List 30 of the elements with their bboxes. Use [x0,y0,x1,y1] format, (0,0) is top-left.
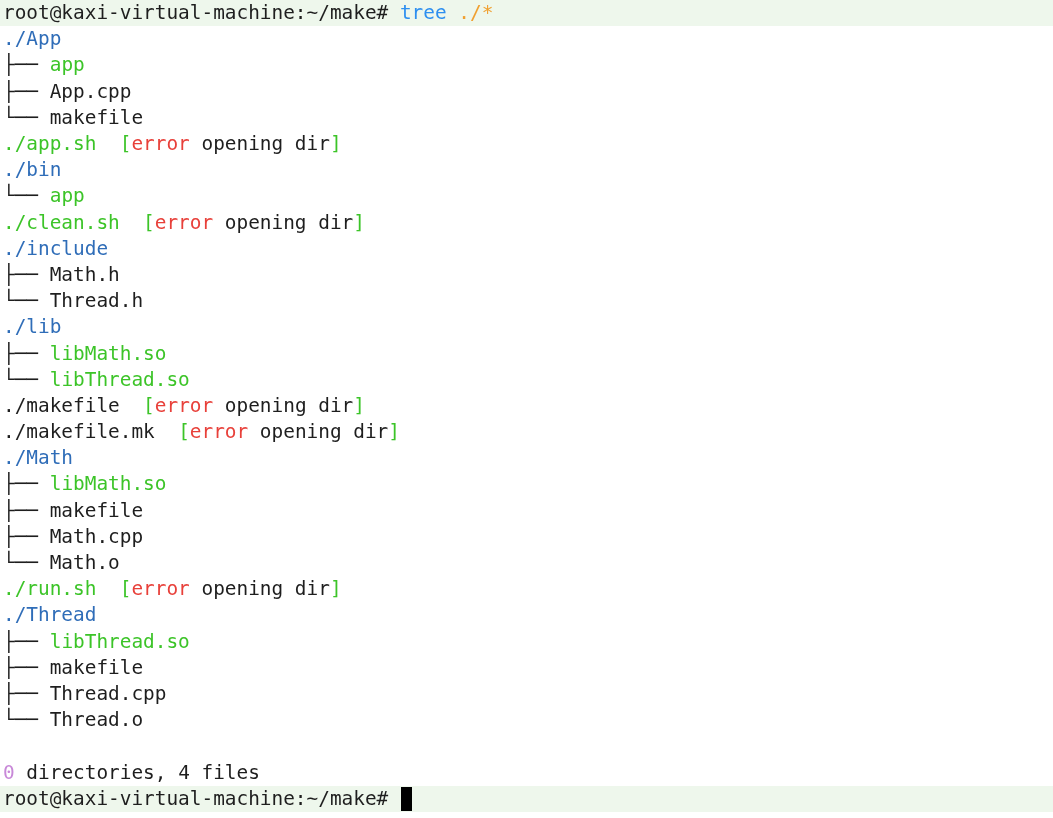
shell-prompt: root@kaxi-virtual-machine:~/make# [3,785,390,812]
output-line: ├── libMath.so [3,471,167,498]
output-line: ./run.sh [error opening dir] [3,576,342,603]
output-line: ./app.sh [error opening dir] [3,131,342,158]
output-line: └── Math.o [3,550,120,577]
output-line: └── Thread.h [3,288,144,315]
output-line: ├── Thread.cpp [3,680,167,707]
output-line: ./lib [3,314,62,341]
output-line: ├── App.cpp [3,78,132,105]
output-line: └── Thread.o [3,707,144,734]
output-line: ├── Math.h [3,261,120,288]
output-line: ./include [3,235,109,262]
output-line: ./Math [3,445,74,472]
output-line: ./App [3,26,62,53]
output-line: ./makefile [error opening dir] [3,392,365,419]
output-line: ├── makefile [3,497,144,524]
summary-line: 0 directories, 4 files [3,759,260,786]
output-line: └── app [3,183,85,210]
output-line: ./bin [3,157,62,183]
output-line: ├── app [3,52,85,79]
output-line: ├── makefile [3,654,144,681]
shell-prompt: root@kaxi-virtual-machine:~/make# tree ./* [3,0,494,27]
output-line: ./makefile.mk [error opening dir] [3,419,400,446]
output-line: ├── Math.cpp [3,523,144,550]
output-line: ├── libThread.so [3,628,190,655]
output-line: ./Thread [3,602,97,629]
output-line: └── makefile [3,104,144,131]
output-line: ├── libMath.so [3,340,167,367]
output-line: ./clean.sh [error opening dir] [3,209,365,236]
output-line: └── libThread.so [3,366,190,393]
